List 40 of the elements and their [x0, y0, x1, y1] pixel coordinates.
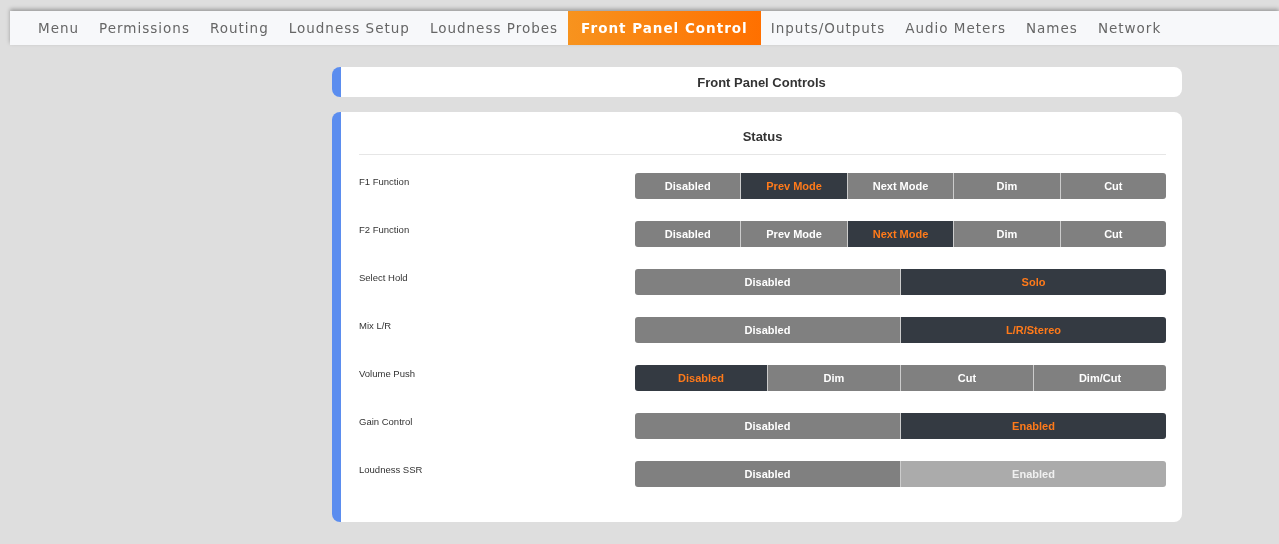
panel-title: Front Panel Controls: [697, 74, 826, 90]
nav-tab[interactable]: Loudness Setup: [278, 11, 420, 45]
option-button[interactable]: Disabled: [635, 461, 901, 487]
setting-label: F2 Function: [359, 223, 411, 235]
option-button[interactable]: Cut: [1060, 173, 1166, 199]
nav-tab[interactable]: Network: [1087, 11, 1172, 45]
option-button[interactable]: Next Mode: [847, 173, 955, 199]
option-button[interactable]: Disabled: [635, 221, 742, 247]
option-button[interactable]: Next Mode: [847, 221, 955, 247]
nav-tab[interactable]: Routing: [199, 11, 279, 45]
option-button[interactable]: Disabled: [635, 413, 901, 439]
nav-tab[interactable]: Inputs/Outputs: [760, 11, 896, 45]
nav-tab[interactable]: Menu: [28, 11, 90, 45]
option-button[interactable]: Disabled: [635, 317, 901, 343]
option-button[interactable]: Disabled: [635, 365, 768, 391]
option-button[interactable]: Dim: [954, 221, 1061, 247]
section-title: Status: [359, 112, 1166, 155]
nav-tab[interactable]: Loudness Probes: [419, 11, 569, 45]
setting-label: Select Hold: [359, 271, 409, 283]
nav-tab[interactable]: Audio Meters: [895, 11, 1016, 45]
option-button[interactable]: L/R/Stereo: [901, 317, 1166, 343]
option-button[interactable]: Cut: [901, 365, 1034, 391]
option-button[interactable]: Enabled: [901, 413, 1166, 439]
option-button[interactable]: Dim/Cut: [1034, 365, 1166, 391]
option-button[interactable]: Disabled: [635, 173, 742, 199]
option-button[interactable]: Dim: [768, 365, 901, 391]
nav-tab[interactable]: Permissions: [89, 11, 200, 45]
setting-label: Loudness SSR: [359, 463, 424, 475]
option-button[interactable]: Prev Mode: [741, 221, 848, 247]
option-button[interactable]: Solo: [901, 269, 1166, 295]
setting-label: Volume Push: [359, 367, 416, 379]
option-button[interactable]: Dim: [954, 173, 1061, 199]
setting-label: F1 Function: [359, 175, 411, 187]
setting-label: Gain Control: [359, 415, 414, 427]
nav-tab[interactable]: Front Panel Control: [568, 11, 761, 45]
setting-label: Mix L/R: [359, 319, 393, 331]
option-button[interactable]: Prev Mode: [741, 173, 848, 199]
nav-tab[interactable]: Names: [1016, 11, 1088, 45]
option-button[interactable]: Disabled: [635, 269, 901, 295]
option-button[interactable]: Cut: [1060, 221, 1166, 247]
